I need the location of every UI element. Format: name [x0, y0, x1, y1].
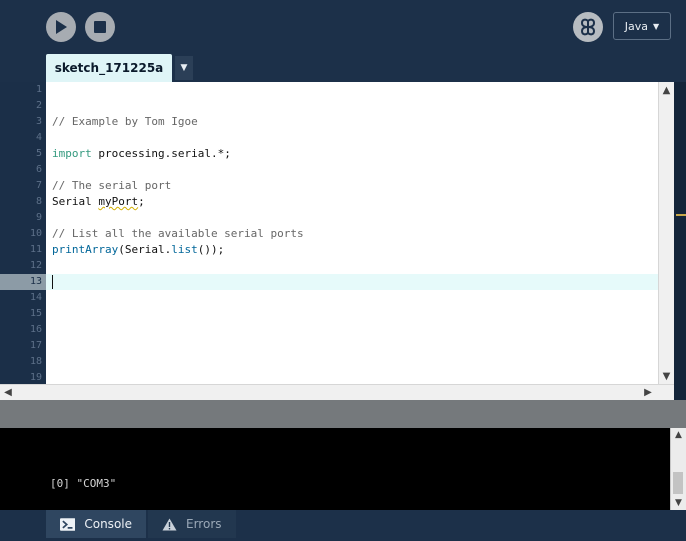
line-number: 15: [29, 308, 42, 319]
code-line-5: import processing.serial.*;: [46, 146, 658, 162]
editor-vertical-scrollbar[interactable]: ▲ ▼: [658, 82, 674, 384]
console-scrollbar[interactable]: ▲ ▼: [670, 428, 686, 510]
code-function: list: [171, 243, 198, 256]
code-line-8: Serial myPort;: [46, 194, 658, 210]
scroll-up-icon[interactable]: ▲: [659, 82, 674, 98]
code-text: ());: [197, 243, 225, 256]
tab-sketch[interactable]: sketch_171225a: [46, 54, 172, 82]
scroll-down-icon[interactable]: ▼: [659, 368, 674, 384]
tab-label: sketch_171225a: [54, 61, 164, 75]
mode-dropdown[interactable]: Java ▼: [613, 12, 671, 40]
scroll-down-icon[interactable]: ▼: [671, 496, 686, 510]
error-marker: [676, 214, 686, 216]
line-number: 4: [35, 132, 42, 143]
code-editor[interactable]: // Example by Tom Igoe import processing…: [46, 82, 658, 384]
console-output: [0] "COM3": [50, 477, 117, 490]
console-panel[interactable]: [0] "COM3": [0, 428, 670, 510]
line-number: 18: [29, 356, 42, 367]
code-comment: // List all the available serial ports: [52, 227, 304, 240]
line-number: 19: [29, 372, 42, 383]
line-number: 8: [35, 196, 42, 207]
line-number: 17: [29, 340, 42, 351]
debug-button[interactable]: [573, 12, 603, 42]
line-number: 9: [35, 212, 42, 223]
chevron-down-icon: ▼: [653, 21, 660, 31]
mode-label: Java: [624, 19, 649, 33]
terminal-icon: [60, 517, 76, 531]
line-number: 10: [29, 228, 42, 239]
scroll-left-icon[interactable]: ◀: [0, 385, 16, 400]
code-line-10: // List all the available serial ports: [46, 226, 658, 242]
code-keyword: import: [52, 147, 92, 160]
scroll-right-icon[interactable]: ▶: [640, 385, 656, 400]
tab-console-label: Console: [84, 517, 132, 531]
line-number: 13: [0, 274, 46, 290]
panel-divider[interactable]: [0, 400, 686, 428]
editor-horizontal-scrollbar[interactable]: ◀ ▶: [0, 384, 674, 400]
play-icon: [56, 20, 67, 34]
code-line-3: // Example by Tom Igoe: [46, 114, 658, 130]
line-number: 12: [29, 260, 42, 271]
stop-button[interactable]: [85, 12, 115, 42]
code-type: Serial: [52, 195, 99, 208]
warning-icon: [162, 518, 177, 530]
scrollbar-thumb[interactable]: [673, 472, 683, 494]
tab-console[interactable]: Console: [46, 510, 146, 538]
tab-menu-button[interactable]: ▼: [175, 56, 193, 80]
code-line-13: [46, 274, 658, 290]
chevron-down-icon: ▼: [180, 63, 188, 73]
butterfly-icon: [580, 18, 596, 36]
run-button[interactable]: [46, 12, 76, 42]
code-comment: // Example by Tom Igoe: [52, 115, 198, 128]
line-number: 3: [35, 116, 42, 127]
stop-icon: [94, 21, 106, 33]
code-function: printArray: [52, 243, 119, 256]
code-line-11: printArray(Serial.list());: [46, 242, 658, 258]
line-number: 1: [35, 84, 42, 95]
code-text: ;: [138, 195, 145, 208]
line-number: 7: [35, 180, 42, 191]
line-number: 5: [35, 148, 42, 159]
code-comment: // The serial port: [52, 179, 172, 192]
code-variable: myPort: [98, 195, 139, 208]
code-line-7: // The serial port: [46, 178, 658, 194]
footer-bar: Console Errors: [0, 510, 686, 541]
line-number-gutter: 1 2 3 4 5 6 7 8 9 10 11 12 13 14 15 16 17 18 19: [0, 82, 46, 384]
tab-errors[interactable]: Errors: [148, 510, 236, 538]
scroll-up-icon[interactable]: ▲: [671, 428, 686, 442]
toolbar: Java ▼: [0, 0, 686, 54]
line-number: 14: [29, 292, 42, 303]
code-text: (Serial.: [118, 243, 172, 256]
line-number: 16: [29, 324, 42, 335]
text-caret: [52, 275, 53, 289]
line-number: 6: [35, 164, 42, 175]
code-text: processing.serial.*;: [91, 147, 231, 160]
tab-errors-label: Errors: [186, 517, 222, 531]
line-number: 2: [35, 100, 42, 111]
tab-bar: sketch_171225a ▼: [0, 54, 686, 82]
line-number: 11: [29, 244, 42, 255]
